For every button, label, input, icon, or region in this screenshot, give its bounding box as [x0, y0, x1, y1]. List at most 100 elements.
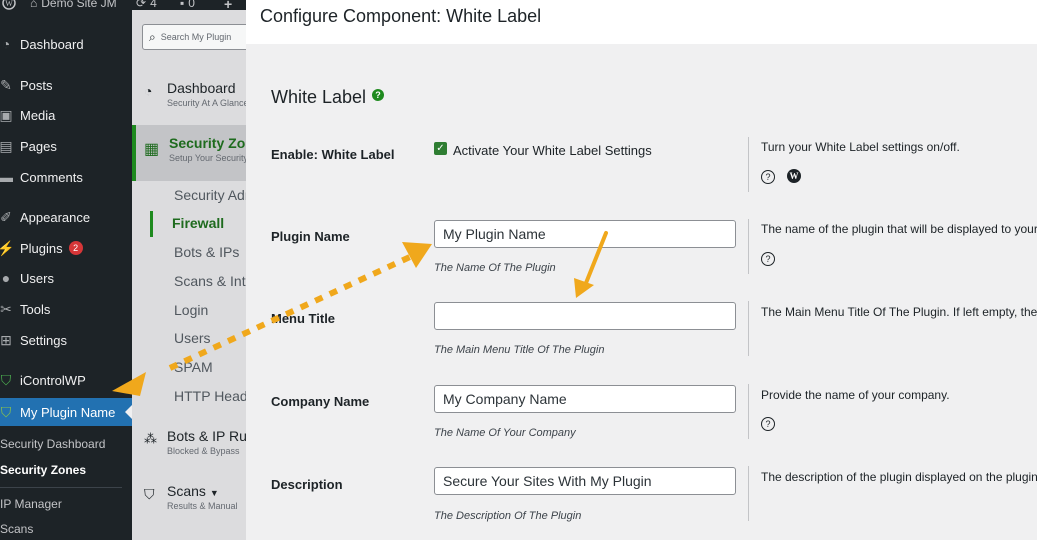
site-name: Demo Site JM: [41, 0, 117, 10]
media-icon: ▣: [0, 106, 13, 123]
nav-subtitle: Results & Manual: [167, 501, 238, 511]
company-name-hint: The Name Of Your Company: [434, 427, 576, 439]
company-name-input[interactable]: [434, 385, 736, 413]
updates-count: 4: [150, 0, 157, 10]
network-icon: ⁂: [144, 431, 157, 446]
shield-half-icon: ⛉: [144, 486, 155, 502]
users-icon: ●: [1, 270, 11, 286]
settings-icon: ⊞: [0, 331, 12, 348]
menu-label: Media: [20, 107, 56, 123]
menu-item-plugins[interactable]: ⚡ Plugins 2: [0, 235, 132, 261]
section-title: White Label: [271, 87, 367, 107]
description-input[interactable]: [434, 467, 736, 495]
menu-item-settings[interactable]: ⊞ Settings: [0, 327, 132, 353]
plugin-name-description: The name of the plugin that will be disp…: [761, 222, 1037, 236]
zone-item-login[interactable]: Login: [174, 302, 208, 318]
menu-item-media[interactable]: ▣ Media: [0, 102, 132, 128]
column-divider: [748, 466, 749, 521]
pin-icon: ✎: [0, 76, 12, 93]
zone-item-security-admin[interactable]: Security Admin: [174, 187, 246, 203]
question-circle-icon[interactable]: ?: [761, 170, 775, 184]
menu-label: Appearance: [20, 209, 91, 225]
zone-item-spam[interactable]: SPAM: [174, 359, 213, 375]
plugin-icon: ⚡: [0, 239, 15, 256]
menu-label: My Plugin Name: [20, 404, 116, 420]
current-menu-arrow-icon: [125, 405, 132, 419]
plugin-search-box[interactable]: ⌕ Search My Plugin: [142, 24, 246, 50]
menu-title-hint: The Main Menu Title Of The Plugin: [434, 344, 605, 356]
menu-item-users[interactable]: ● Users: [0, 265, 132, 291]
comments-count: 0: [188, 0, 195, 10]
updates-icon: ⟳: [136, 0, 147, 10]
plugin-nav-security-zones[interactable]: ▦ Security Zones Setup Your Security Zon…: [132, 125, 246, 181]
plugin-name-label: Plugin Name: [271, 229, 350, 244]
plugin-name-input[interactable]: [434, 220, 736, 248]
submenu-security-zones[interactable]: Security Zones: [0, 463, 86, 477]
menu-item-comments[interactable]: ▬ Comments: [0, 164, 132, 190]
nav-subtitle: Setup Your Security Zones: [169, 153, 246, 163]
menu-item-icontrolwp[interactable]: ⛉ iControlWP: [0, 367, 132, 393]
submenu-security-dashboard[interactable]: Security Dashboard: [0, 437, 105, 451]
menu-label: Dashboard: [20, 36, 84, 52]
wordpress-logo-icon[interactable]: W: [2, 0, 16, 10]
configure-component-modal: Configure Component: White Label White L…: [246, 0, 1037, 540]
company-name-label: Company Name: [271, 394, 370, 409]
zone-item-scans-integrity[interactable]: Scans & Integrity: [174, 273, 246, 289]
comment-bubble-icon: ▪: [180, 0, 185, 10]
shield-icon: ⛉: [0, 403, 12, 420]
menu-title-input[interactable]: [434, 302, 736, 330]
zone-item-http-headers[interactable]: HTTP Headers: [174, 388, 246, 404]
menu-item-posts[interactable]: ✎ Posts: [0, 72, 132, 98]
zone-item-bots-ips[interactable]: Bots & IPs: [174, 244, 239, 260]
pages-icon: ▤: [0, 137, 13, 154]
comments-link[interactable]: ▪ 0: [180, 0, 195, 10]
zone-item-firewall[interactable]: Firewall: [150, 211, 246, 237]
zone-item-users[interactable]: Users: [174, 330, 211, 346]
dashboard-gauge-icon: ◔: [144, 83, 153, 99]
modal-title: Configure Component: White Label: [260, 6, 542, 26]
menu-label: Users: [20, 270, 54, 286]
section-help-icon[interactable]: ?: [372, 89, 384, 101]
menu-item-appearance[interactable]: ✐ Appearance: [0, 204, 132, 230]
menu-label: Settings: [20, 332, 67, 348]
shield-icon: ⛉: [0, 371, 12, 388]
nav-title: Security Zones: [169, 135, 246, 151]
menu-item-my-plugin-name[interactable]: ⛉ My Plugin Name: [0, 398, 132, 426]
menu-title-description: The Main Menu Title Of The Plugin. If le…: [761, 305, 1037, 319]
column-divider: [748, 137, 749, 192]
wrench-icon: ✂: [0, 300, 12, 317]
nav-title: Bots & IP Rules: [167, 428, 246, 444]
home-icon: ⌂: [30, 0, 38, 10]
menu-title-label: Menu Title: [271, 311, 336, 326]
description-description: The description of the plugin displayed …: [761, 470, 1037, 484]
menu-label: Tools: [20, 301, 51, 317]
white-label-checkbox[interactable]: ✓: [434, 142, 447, 155]
updates-link[interactable]: ⟳ 4: [136, 0, 157, 10]
column-divider: [748, 219, 749, 274]
dashboard-icon: ◔: [1, 36, 11, 52]
menu-item-dashboard[interactable]: ◔ Dashboard: [0, 31, 132, 57]
menu-item-tools[interactable]: ✂ Tools: [0, 296, 132, 322]
grid-icon: ▦: [144, 141, 160, 158]
nav-title: Dashboard: [167, 80, 236, 96]
question-circle-icon[interactable]: ?: [761, 252, 775, 266]
nav-title: Scans: [167, 483, 206, 499]
menu-item-pages[interactable]: ▤ Pages: [0, 133, 132, 159]
submenu-ip-manager[interactable]: IP Manager: [0, 497, 62, 511]
nav-subtitle: Blocked & Bypass: [167, 446, 240, 456]
site-name-link[interactable]: ⌂ Demo Site JM: [30, 0, 117, 10]
menu-label: Pages: [20, 138, 57, 154]
modal-header: Configure Component: White Label: [246, 0, 1037, 44]
zone-item-label: Firewall: [172, 215, 225, 231]
column-divider: [748, 301, 749, 356]
menu-label: Comments: [20, 169, 83, 185]
company-name-description: Provide the name of your company.: [761, 388, 950, 402]
description-hint: The Description Of The Plugin: [434, 510, 582, 522]
submenu-scans[interactable]: Scans: [0, 522, 33, 536]
search-placeholder: Search My Plugin: [160, 32, 232, 42]
svg-text:W: W: [5, 0, 13, 8]
question-circle-icon[interactable]: ?: [761, 417, 775, 431]
enable-description: Turn your White Label settings on/off.: [761, 140, 960, 154]
wordpress-help-icon[interactable]: W: [787, 169, 801, 183]
white-label-checkbox-label[interactable]: Activate Your White Label Settings: [453, 143, 652, 158]
